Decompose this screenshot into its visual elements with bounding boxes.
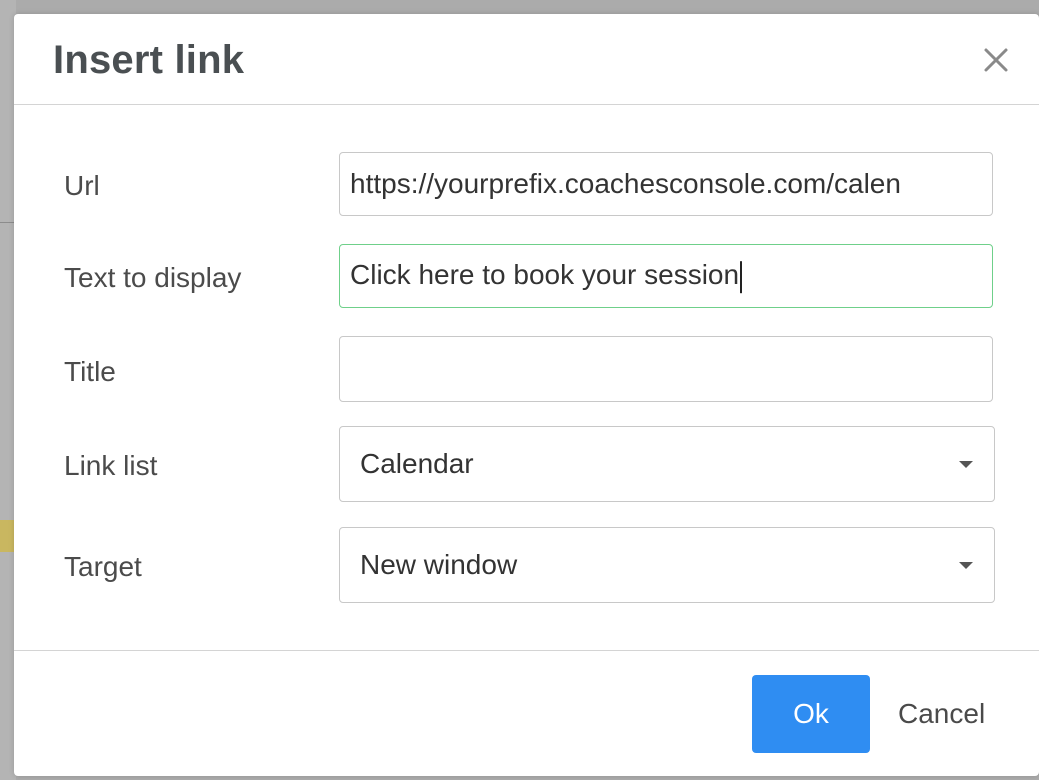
link-list-selected: Calendar	[360, 448, 474, 479]
url-input[interactable]: https://yourprefix.coachesconsole.com/ca…	[339, 152, 993, 216]
close-button[interactable]	[978, 42, 1014, 78]
text-to-display-value: Click here to book your session	[350, 259, 740, 291]
close-icon	[984, 48, 1008, 72]
dialog-title: Insert link	[53, 38, 245, 82]
chevron-down-icon	[959, 562, 973, 569]
ok-button[interactable]: Ok	[752, 675, 870, 753]
title-label: Title	[64, 356, 116, 387]
link-list-select[interactable]: Calendar	[339, 426, 995, 502]
target-label: Target	[64, 551, 142, 582]
dialog-footer: Ok Cancel	[14, 650, 1039, 777]
cancel-button[interactable]: Cancel	[898, 675, 985, 753]
url-label: Url	[64, 170, 100, 201]
link-list-label: Link list	[64, 450, 158, 481]
url-input-value: https://yourprefix.coachesconsole.com/ca…	[350, 168, 901, 199]
chevron-down-icon	[959, 461, 973, 468]
target-selected: New window	[360, 549, 518, 580]
text-to-display-value-wrap: Click here to book your session	[350, 259, 743, 293]
text-to-display-label: Text to display	[64, 262, 242, 293]
title-input[interactable]	[339, 336, 993, 402]
insert-link-dialog: Insert link Url https://yourprefix.coach…	[14, 14, 1039, 776]
target-select[interactable]: New window	[339, 527, 995, 603]
dialog-header: Insert link	[14, 14, 1039, 105]
text-to-display-input[interactable]: Click here to book your session	[339, 244, 993, 308]
text-caret	[740, 260, 743, 293]
